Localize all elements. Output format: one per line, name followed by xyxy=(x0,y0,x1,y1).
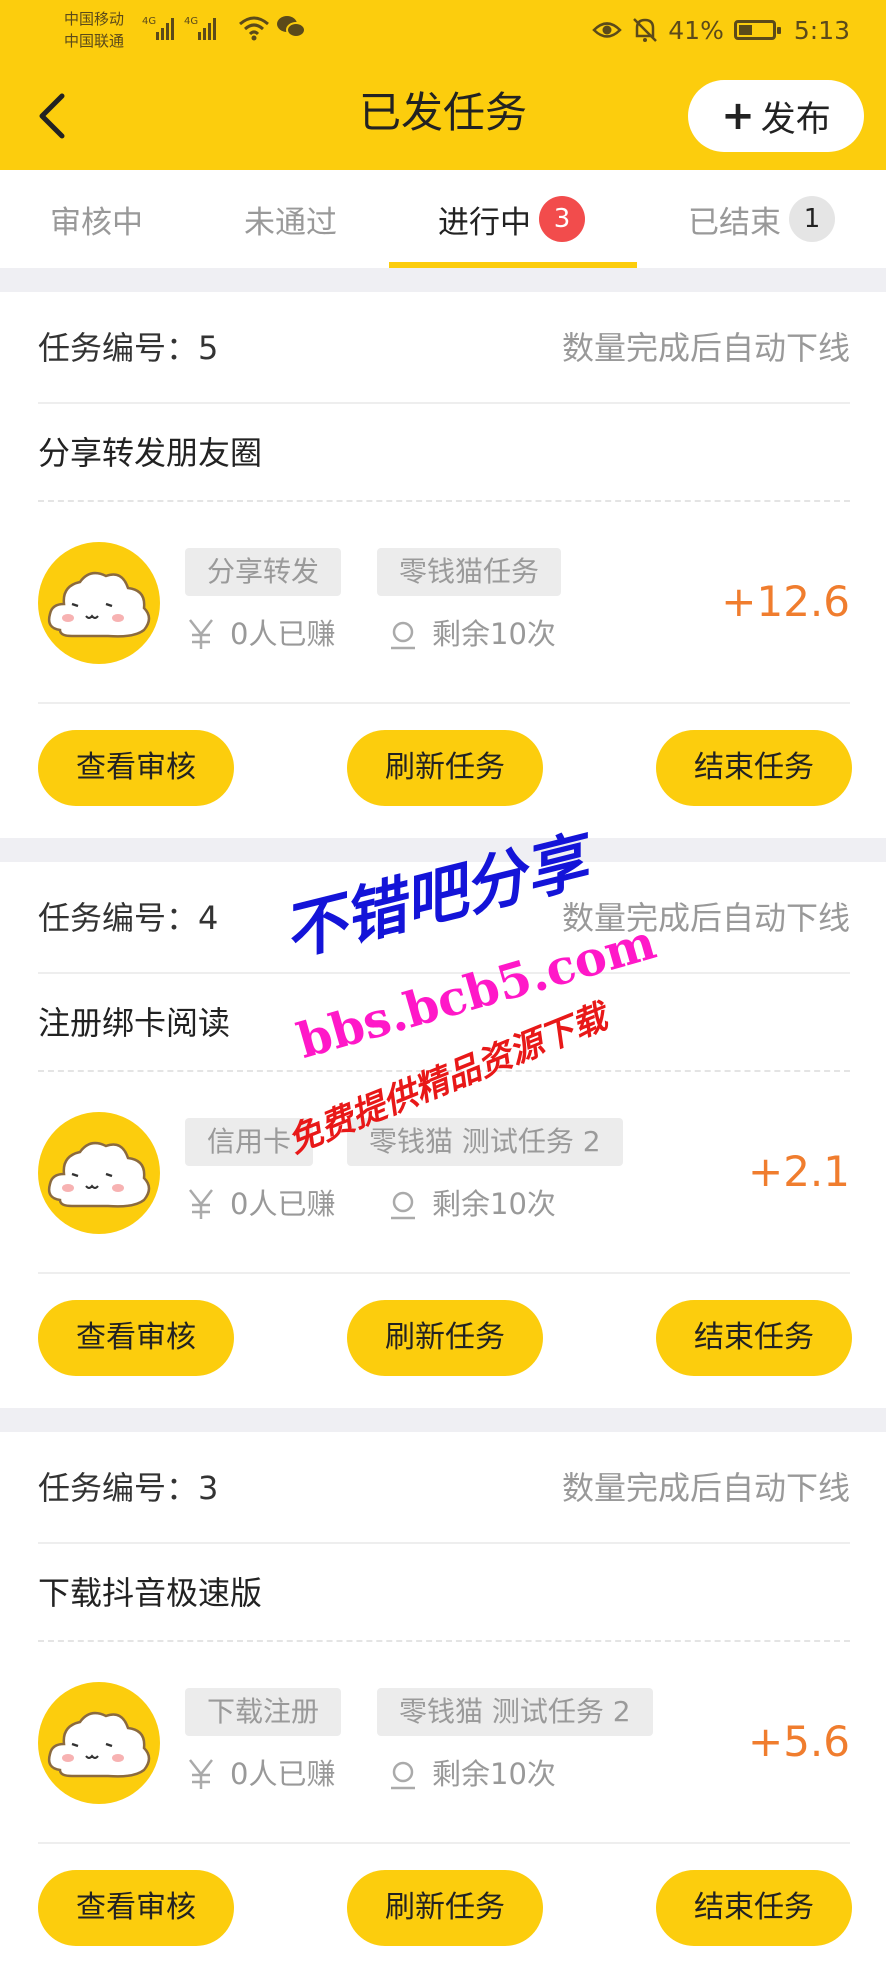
app-header: 中国移动 中国联通 4G 4G 41% 5:13 已发任务 + 发布 xyxy=(0,0,886,170)
section-gap xyxy=(0,1408,886,1432)
reward-amount: +5.6 xyxy=(748,1717,850,1766)
tab-reviewing[interactable]: 审核中 xyxy=(50,170,143,268)
remaining-count: 剩余10次 xyxy=(432,1187,556,1221)
divider xyxy=(38,702,850,704)
status-tabs: 审核中 未通过 进行中 3 已结束 1 xyxy=(0,170,886,268)
remaining-stat: 剩余10次 xyxy=(388,1180,556,1228)
yen-icon xyxy=(189,619,213,649)
divider xyxy=(38,1842,850,1844)
wechat-icon xyxy=(277,16,306,38)
status-right: 41% 5:13 xyxy=(592,12,850,48)
source-tag: 零钱猫 测试任务 2 xyxy=(377,1688,653,1736)
avatar xyxy=(38,542,160,664)
divider xyxy=(38,1272,850,1274)
task-card-header: 任务编号：3 数量完成后自动下线 xyxy=(38,1432,850,1544)
avatar xyxy=(38,1682,160,1804)
auto-offline-note: 数量完成后自动下线 xyxy=(561,329,850,367)
task-name: 下载抖音极速版 xyxy=(38,1574,263,1612)
earned-stat: 0人已赚 xyxy=(186,610,335,658)
cloud-mascot-icon xyxy=(47,571,151,638)
section-gap xyxy=(0,838,886,862)
section-gap xyxy=(0,268,886,292)
earned-stat: 0人已赚 xyxy=(186,1750,335,1798)
remaining-count: 剩余10次 xyxy=(432,617,556,651)
status-bar: 中国移动 中国联通 4G 4G 41% 5:13 xyxy=(0,0,886,62)
carrier-labels: 中国移动 中国联通 xyxy=(64,8,124,52)
end-task-button[interactable]: 结束任务 xyxy=(656,1300,852,1376)
tab-in-progress[interactable]: 进行中 3 xyxy=(438,170,585,268)
user-icon xyxy=(391,621,415,650)
view-review-button[interactable]: 查看审核 xyxy=(38,1870,234,1946)
task-card: 任务编号：3 数量完成后自动下线下载抖音极速版下载注册 零钱猫 测试任务 2 0人已赚… xyxy=(0,1432,886,1978)
remaining-stat: 剩余10次 xyxy=(388,610,556,658)
battery-percent: 41% xyxy=(668,15,724,45)
task-card: 任务编号：4 数量完成后自动下线注册绑卡阅读信用卡 零钱猫 测试任务 2 0人已赚 剩余… xyxy=(0,862,886,1408)
carrier-2: 中国联通 xyxy=(64,32,125,50)
mute-bell-icon xyxy=(633,18,658,42)
count-badge: 1 xyxy=(789,196,835,242)
publish-label: 发布 xyxy=(760,99,831,140)
clock: 5:13 xyxy=(793,15,850,45)
earned-stat: 0人已赚 xyxy=(186,1180,335,1228)
tab-label: 未通过 xyxy=(244,204,337,241)
task-card-header: 任务编号：4 数量完成后自动下线 xyxy=(38,862,850,974)
network-type-1: 4G xyxy=(142,16,156,27)
category-tag: 分享转发 xyxy=(185,548,342,596)
category-tag: 信用卡 xyxy=(185,1118,314,1166)
signal-icon: 4G xyxy=(184,16,216,40)
earned-count: 0人已赚 xyxy=(230,1187,336,1221)
tab-label: 审核中 xyxy=(50,204,143,241)
task-number: 任务编号：3 xyxy=(38,1469,219,1507)
count-badge: 3 xyxy=(539,196,585,242)
task-number: 任务编号：4 xyxy=(38,899,219,937)
wifi-icon xyxy=(239,16,269,41)
cloud-mascot-icon xyxy=(47,1141,151,1208)
signal-icon: 4G xyxy=(142,16,174,40)
tab-ended[interactable]: 已结束 1 xyxy=(688,170,835,268)
user-icon xyxy=(391,1191,415,1220)
network-type-2: 4G xyxy=(184,16,198,27)
plus-icon: + xyxy=(721,93,755,139)
yen-icon xyxy=(189,1759,213,1789)
task-name: 分享转发朋友圈 xyxy=(38,434,263,472)
earned-count: 0人已赚 xyxy=(230,1757,336,1791)
refresh-task-button[interactable]: 刷新任务 xyxy=(347,1870,543,1946)
auto-offline-note: 数量完成后自动下线 xyxy=(561,1469,850,1507)
source-tag: 零钱猫 测试任务 2 xyxy=(347,1118,623,1166)
dashed-divider xyxy=(38,1070,850,1072)
category-tag: 下载注册 xyxy=(185,1688,342,1736)
refresh-task-button[interactable]: 刷新任务 xyxy=(347,730,543,806)
avatar xyxy=(38,1112,160,1234)
reward-amount: +12.6 xyxy=(721,577,850,626)
publish-button[interactable]: + 发布 xyxy=(688,80,864,152)
tab-label: 进行中 xyxy=(438,204,531,241)
battery-icon xyxy=(733,20,781,40)
earned-count: 0人已赚 xyxy=(230,617,336,651)
user-icon xyxy=(391,1761,415,1790)
dashed-divider xyxy=(38,500,850,502)
task-name: 注册绑卡阅读 xyxy=(38,1004,231,1042)
cloud-mascot-icon xyxy=(47,1711,151,1778)
view-review-button[interactable]: 查看审核 xyxy=(38,1300,234,1376)
end-task-button[interactable]: 结束任务 xyxy=(656,730,852,806)
auto-offline-note: 数量完成后自动下线 xyxy=(561,899,850,937)
reward-amount: +2.1 xyxy=(748,1147,850,1196)
refresh-task-button[interactable]: 刷新任务 xyxy=(347,1300,543,1376)
view-review-button[interactable]: 查看审核 xyxy=(38,730,234,806)
dashed-divider xyxy=(38,1640,850,1642)
remaining-stat: 剩余10次 xyxy=(388,1750,556,1798)
end-task-button[interactable]: 结束任务 xyxy=(656,1870,852,1946)
tab-rejected[interactable]: 未通过 xyxy=(244,170,337,268)
task-card: 任务编号：5 数量完成后自动下线分享转发朋友圈分享转发 零钱猫任务 0人已赚 剩余10次… xyxy=(0,292,886,838)
source-tag: 零钱猫任务 xyxy=(377,548,562,596)
carrier-1: 中国移动 xyxy=(64,10,125,28)
tab-label: 已结束 xyxy=(688,204,781,241)
remaining-count: 剩余10次 xyxy=(432,1757,556,1791)
task-card-header: 任务编号：5 数量完成后自动下线 xyxy=(38,292,850,404)
yen-icon xyxy=(189,1189,213,1219)
task-number: 任务编号：5 xyxy=(38,329,219,367)
eye-icon xyxy=(592,22,623,38)
